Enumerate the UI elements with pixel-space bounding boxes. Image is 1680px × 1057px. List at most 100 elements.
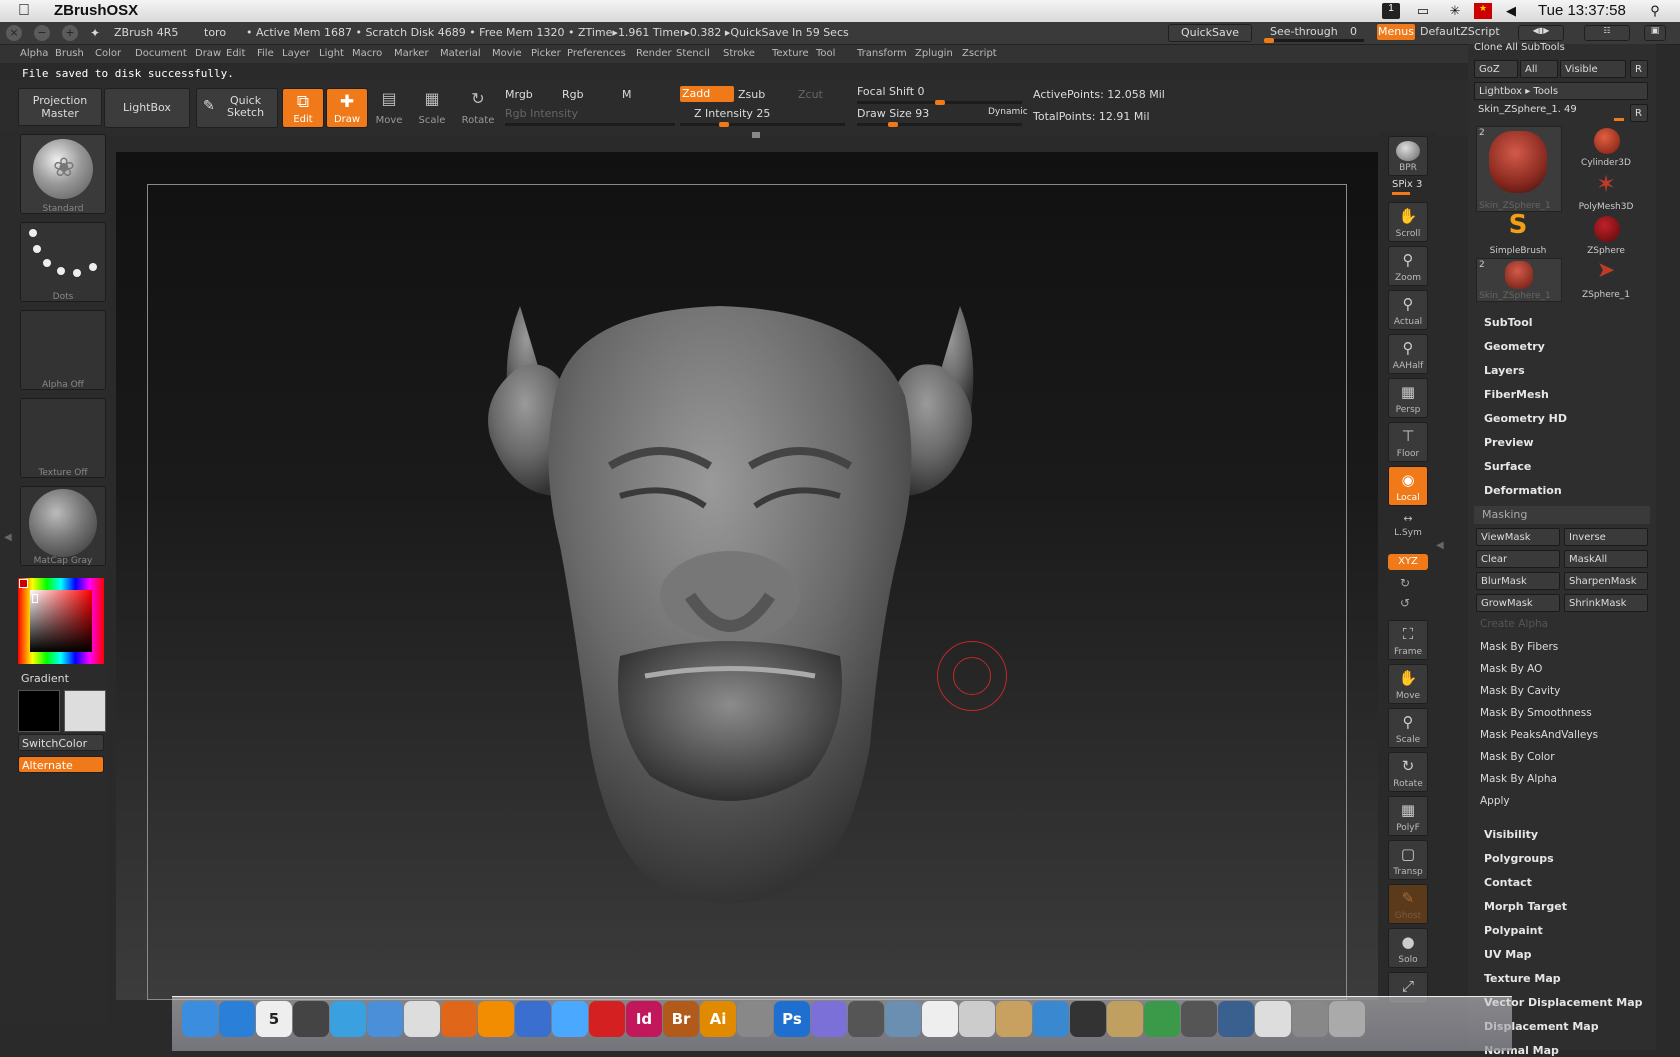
mask-growmask-button[interactable]: GrowMask [1476, 594, 1560, 612]
masking-header[interactable]: Masking [1474, 506, 1650, 524]
firefox-icon[interactable] [441, 1001, 477, 1037]
app-store-icon[interactable] [219, 1001, 255, 1037]
see-through-slider[interactable] [1264, 38, 1364, 43]
local-button[interactable]: ◉ Local [1388, 466, 1428, 506]
tool-r-button[interactable]: R [1630, 104, 1648, 122]
texture-thumbnail[interactable]: Texture Off [20, 398, 106, 478]
goz-r-button[interactable]: R [1630, 60, 1648, 78]
zcut-button[interactable]: Zcut [798, 88, 823, 101]
section-uv-map[interactable]: UV Map [1484, 948, 1532, 961]
display-icon[interactable]: ▭ [1414, 3, 1432, 19]
m-button[interactable]: M [622, 88, 632, 101]
dvd-icon[interactable] [404, 1001, 440, 1037]
calendar-icon[interactable]: 5 [256, 1001, 292, 1037]
gradient-label[interactable]: Gradient [21, 672, 69, 685]
menu-render[interactable]: Render [636, 48, 672, 59]
close-icon[interactable]: × [6, 25, 22, 41]
indesign-icon[interactable]: Id [626, 1001, 662, 1037]
secondary-color-swatch[interactable] [64, 690, 106, 732]
dynamic-toggle[interactable]: Dynamic [988, 107, 1028, 117]
vlc-icon[interactable] [478, 1001, 514, 1037]
section-polygroups[interactable]: Polygroups [1484, 852, 1554, 865]
tool-thumb-zsphere-1[interactable]: ➤ ZSphere_1 [1564, 258, 1648, 300]
mask-item-apply[interactable]: Apply [1478, 795, 1654, 807]
menu-macro[interactable]: Macro [352, 48, 382, 59]
focal-shift-track[interactable] [857, 100, 1022, 105]
menu-color[interactable]: Color [95, 48, 121, 59]
menu-preferences[interactable]: Preferences [567, 48, 626, 59]
bpr-button[interactable]: BPR [1388, 136, 1428, 176]
menu-file[interactable]: File [257, 48, 274, 59]
spotlight-icon[interactable]: ⚲ [1646, 3, 1664, 19]
scale-button[interactable]: ▦ Scale [413, 88, 451, 126]
photos-icon[interactable] [1218, 1001, 1254, 1037]
lock-icon[interactable]: ▣ [1644, 25, 1666, 41]
layout-toggle-icon[interactable]: ☷ [1584, 25, 1630, 41]
layout-arrows-icon[interactable]: ◀▮▶ [1518, 25, 1564, 41]
main-color-swatch[interactable] [18, 690, 60, 732]
menu-edit[interactable]: Edit [226, 48, 245, 59]
goz-button[interactable]: GoZ [1474, 60, 1518, 78]
rgb-button[interactable]: Rgb [562, 88, 584, 101]
section-geometry[interactable]: Geometry [1484, 340, 1545, 353]
mask-item-mask-by-ao[interactable]: Mask By AO [1478, 663, 1654, 675]
tool-thumb-skin-zsphere[interactable]: 2 Skin_ZSphere_1 [1476, 126, 1562, 212]
mask-viewmask-button[interactable]: ViewMask [1476, 528, 1560, 546]
section-surface[interactable]: Surface [1484, 460, 1531, 473]
illustrator-icon[interactable]: Ai [700, 1001, 736, 1037]
section-layers[interactable]: Layers [1484, 364, 1525, 377]
mask-blurmask-button[interactable]: BlurMask [1476, 572, 1560, 590]
goz-all-button[interactable]: All [1520, 60, 1558, 78]
brush-thumbnail[interactable]: ❀ Standard [20, 134, 106, 214]
archive-icon[interactable] [1107, 1001, 1143, 1037]
xyz-button[interactable]: XYZ [1388, 554, 1428, 570]
menu-texture[interactable]: Texture [772, 48, 809, 59]
mask-clear-button[interactable]: Clear [1476, 550, 1560, 568]
flag-icon[interactable]: ★ [1474, 3, 1492, 19]
menu-zscript[interactable]: Zscript [962, 48, 997, 59]
current-tool-slider[interactable]: Skin_ZSphere_1. 49 [1478, 104, 1577, 115]
dashboard-icon[interactable] [293, 1001, 329, 1037]
preview-icon[interactable] [885, 1001, 921, 1037]
tool-thumb-polymesh3d[interactable]: ✶ PolyMesh3D [1564, 170, 1648, 212]
section-morph-target[interactable]: Morph Target [1484, 900, 1567, 913]
lightbox-button[interactable]: LightBox [104, 88, 190, 128]
create-alpha-button[interactable]: Create Alpha [1478, 618, 1654, 630]
clock[interactable]: Tue 13:37:58 [1538, 2, 1626, 19]
time-machine-icon[interactable] [1181, 1001, 1217, 1037]
switch-color-button[interactable]: SwitchColor [18, 734, 104, 751]
section-polypaint[interactable]: Polypaint [1484, 924, 1543, 937]
shelf-scroll-handle[interactable] [752, 132, 760, 138]
package-icon[interactable] [996, 1001, 1032, 1037]
menu-draw[interactable]: Draw [195, 48, 221, 59]
rotate-z-icon[interactable]: ↺ [1400, 596, 1410, 610]
spix-slider[interactable] [1392, 192, 1410, 195]
mask-item-mask-by-smoothness[interactable]: Mask By Smoothness [1478, 707, 1654, 719]
goz-visible-button[interactable]: Visible [1560, 60, 1626, 78]
zsub-button[interactable]: Zsub [738, 88, 765, 101]
focal-shift-slider[interactable]: Focal Shift 0 [857, 85, 925, 98]
mask-shrinkmask-button[interactable]: ShrinkMask [1564, 594, 1648, 612]
stroke-thumbnail[interactable]: Dots [20, 222, 106, 302]
rgb-intensity-slider[interactable]: Rgb Intensity [505, 107, 578, 120]
documents-icon[interactable] [1255, 1001, 1291, 1037]
mask-item-mask-by-cavity[interactable]: Mask By Cavity [1478, 685, 1654, 697]
facetime-icon[interactable] [367, 1001, 403, 1037]
zadd-button[interactable]: Zadd [680, 86, 734, 102]
menu-movie[interactable]: Movie [492, 48, 522, 59]
tool-thumb-zsphere[interactable]: ZSphere [1564, 214, 1648, 256]
minimize-icon[interactable]: − [34, 25, 50, 41]
mask-item-mask-peaksandvalleys[interactable]: Mask PeaksAndValleys [1478, 729, 1654, 741]
volume-icon[interactable]: ◀ [1502, 3, 1520, 19]
maximize-icon[interactable]: + [62, 25, 78, 41]
mask-sharpenmask-button[interactable]: SharpenMask [1564, 572, 1648, 590]
tool-thumb-cylinder3d[interactable]: Cylinder3D [1564, 126, 1648, 168]
draw-size-track[interactable] [857, 122, 1022, 127]
draw-size-knob[interactable] [888, 122, 898, 127]
z-intensity-knob[interactable] [719, 122, 729, 127]
scroll-button[interactable]: ✋ Scroll [1388, 202, 1428, 242]
menu-stencil[interactable]: Stencil [676, 48, 710, 59]
solo-button[interactable]: ● Solo [1388, 928, 1428, 968]
menu-light[interactable]: Light [319, 48, 344, 59]
rgb-intensity-track[interactable] [505, 123, 675, 126]
